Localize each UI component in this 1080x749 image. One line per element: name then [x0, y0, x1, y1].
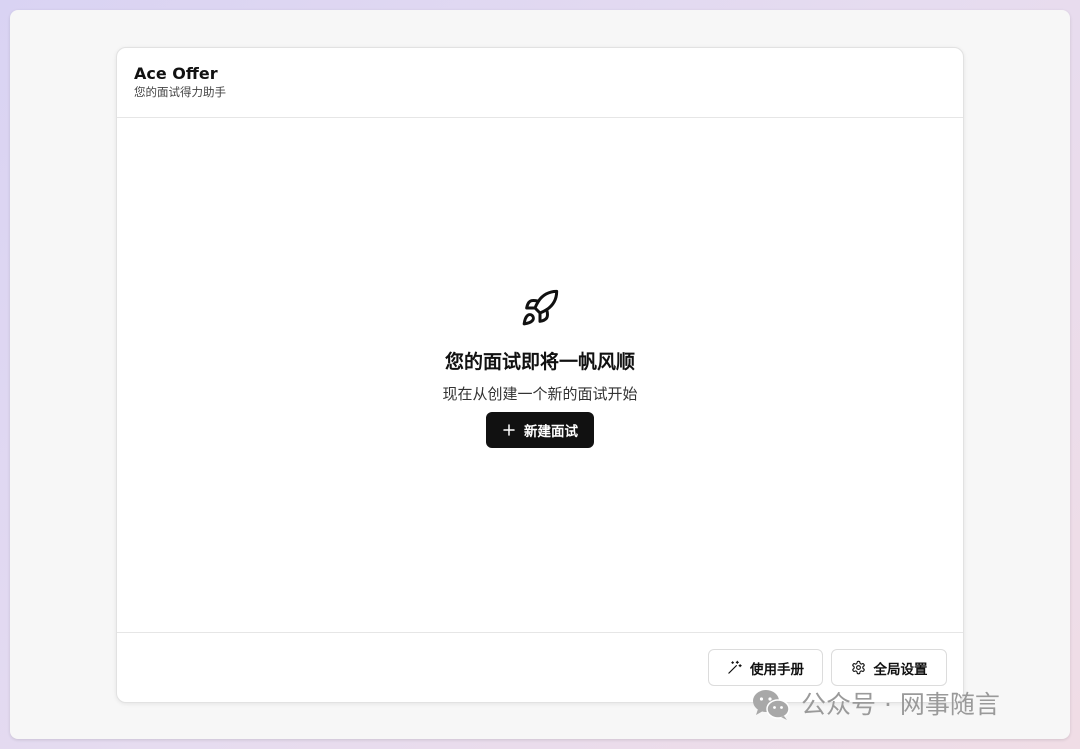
app-subtitle: 您的面试得力助手 [134, 85, 226, 99]
new-interview-label: 新建面试 [524, 424, 578, 440]
app-window: Ace Offer 您的面试得力助手 您的面试即将一帆风顺 现在从创建一个新的面… [10, 10, 1070, 739]
magic-wand-icon [728, 660, 742, 674]
user-manual-button[interactable]: 使用手册 [708, 649, 823, 686]
watermark-text: 公众号 · 网事随言 [801, 690, 1000, 719]
empty-state-description: 现在从创建一个新的面试开始 [442, 385, 638, 403]
card-header: Ace Offer 您的面试得力助手 [117, 48, 963, 118]
global-settings-label: 全局设置 [873, 661, 928, 678]
new-interview-button[interactable]: 新建面试 [486, 412, 594, 448]
global-settings-button[interactable]: 全局设置 [831, 649, 947, 686]
user-manual-label: 使用手册 [750, 661, 804, 678]
watermark: 公众号 · 网事随言 [751, 688, 1000, 722]
wechat-icon [753, 690, 790, 720]
plus-icon [503, 424, 515, 436]
main-card: Ace Offer 您的面试得力助手 您的面试即将一帆风顺 现在从创建一个新的面… [116, 47, 964, 703]
gear-icon [851, 660, 865, 675]
empty-state: 您的面试即将一帆风顺 现在从创建一个新的面试开始 新建面试 [117, 288, 963, 448]
rocket-icon [522, 289, 559, 326]
empty-state-title: 您的面试即将一帆风顺 [444, 351, 635, 373]
card-body: 您的面试即将一帆风顺 现在从创建一个新的面试开始 新建面试 [117, 118, 963, 632]
app-title: Ace Offer [134, 64, 218, 83]
